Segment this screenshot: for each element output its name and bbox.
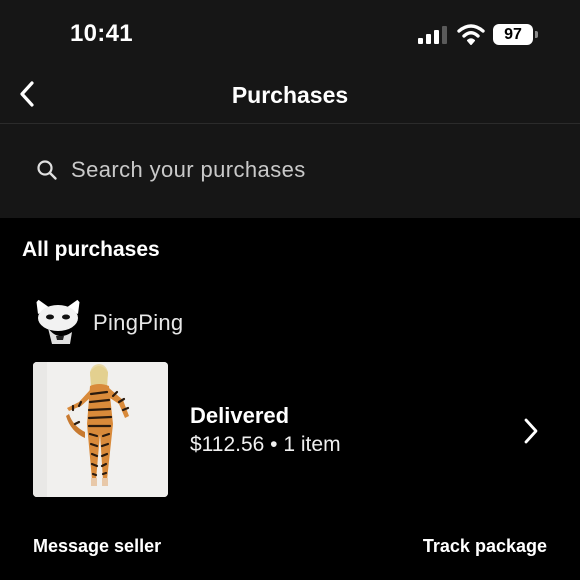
section-title: All purchases <box>22 238 160 261</box>
product-image <box>33 362 168 497</box>
battery-tip <box>535 31 538 38</box>
track-package-button[interactable]: Track package <box>423 536 547 557</box>
search-placeholder: Search your purchases <box>71 157 306 182</box>
battery-level: 97 <box>493 24 533 45</box>
message-seller-button[interactable]: Message seller <box>33 536 161 557</box>
search-input[interactable]: Search your purchases <box>36 150 556 190</box>
wifi-icon <box>457 24 485 45</box>
order-summary: $112.56 • 1 item <box>190 433 341 456</box>
battery-icon: 97 <box>493 24 539 46</box>
seller-avatar <box>30 292 86 348</box>
status-time: 10:41 <box>70 20 133 47</box>
status-bar: 10:41 97 <box>0 0 580 70</box>
page-title: Purchases <box>231 82 349 108</box>
signal-icon <box>418 26 447 44</box>
chevron-right-icon <box>524 418 538 444</box>
order-item[interactable]: Delivered $112.56 • 1 item <box>0 358 580 504</box>
nav-bar: Purchases <box>0 70 580 124</box>
search-icon <box>37 160 57 180</box>
seller-name: PingPing <box>93 310 184 335</box>
order-status: Delivered <box>190 403 290 428</box>
top-panel: 10:41 97 Purchases Search your purchases <box>0 0 580 218</box>
seller-link[interactable]: PingPing <box>30 292 330 350</box>
